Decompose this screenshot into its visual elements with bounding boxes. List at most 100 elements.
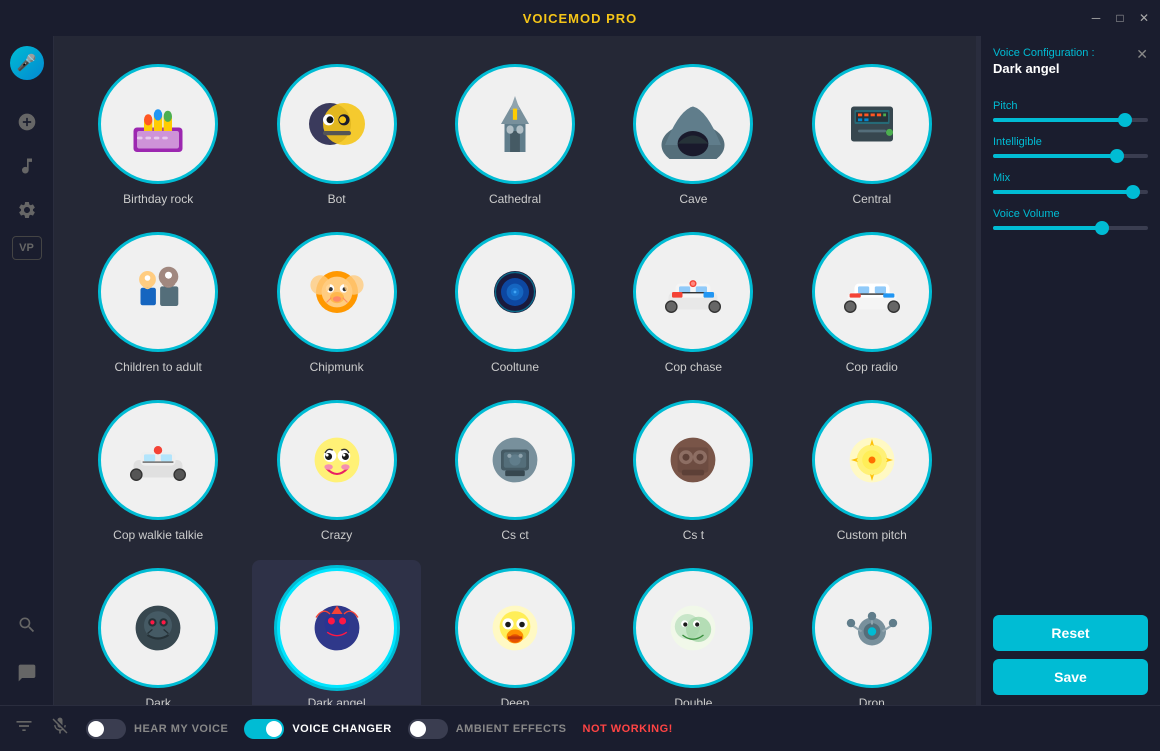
voice-label-cop-chase: Cop chase — [665, 360, 722, 374]
voice-card-birthday-rock[interactable]: Birthday rock — [74, 56, 242, 214]
voice-card-cop-radio[interactable]: Cop radio — [788, 224, 956, 382]
save-button[interactable]: Save — [993, 659, 1148, 695]
voice-label-cop-radio: Cop radio — [846, 360, 898, 374]
voice-label-cs-ct: Cs ct — [501, 528, 528, 542]
mute-mic-icon[interactable] — [50, 716, 70, 741]
voice-card-bot[interactable]: Bot — [252, 56, 420, 214]
voice-changer-label: VOICE CHANGER — [292, 723, 391, 735]
sidebar-item-add-effect[interactable] — [9, 104, 45, 140]
voice-card-crazy[interactable]: Crazy — [252, 392, 420, 550]
voice-circle-cooltune — [455, 232, 575, 352]
mixer-icon[interactable] — [14, 716, 34, 741]
voice-changer-toggle[interactable] — [244, 719, 284, 739]
slider-section-voice-volume: Voice Volume — [993, 208, 1148, 230]
voice-label-chipmunk: Chipmunk — [310, 360, 364, 374]
ambient-effects-toggle[interactable] — [408, 719, 448, 739]
slider-fill-1 — [993, 154, 1117, 158]
slider-section-pitch: Pitch — [993, 100, 1148, 122]
voice-circle-cs-t — [633, 400, 753, 520]
slider-track-3[interactable] — [993, 226, 1148, 230]
sidebar-item-vp[interactable]: VP — [12, 236, 42, 260]
sidebar-item-settings[interactable] — [9, 192, 45, 228]
voice-grid-container[interactable]: Birthday rock Bot Cathedral Cave Central — [54, 36, 976, 705]
sidebar-logo[interactable]: 🎤 — [10, 46, 44, 80]
config-name: Dark angel — [993, 61, 1095, 76]
slider-thumb-3[interactable] — [1095, 221, 1109, 235]
voice-card-custom-pitch[interactable]: Custom pitch — [788, 392, 956, 550]
voice-label-crazy: Crazy — [321, 528, 352, 542]
voice-card-deep[interactable]: Deep — [431, 560, 599, 705]
voice-label-children-to-adult: Children to adult — [115, 360, 202, 374]
voice-card-cooltune[interactable]: Cooltune — [431, 224, 599, 382]
voice-card-cave[interactable]: Cave — [609, 56, 777, 214]
hear-my-voice-group: HEAR MY VOICE — [86, 719, 228, 739]
reset-button[interactable]: Reset — [993, 615, 1148, 651]
voice-card-cs-ct[interactable]: Cs ct — [431, 392, 599, 550]
voice-grid: Birthday rock Bot Cathedral Cave Central — [74, 56, 956, 705]
slider-track-0[interactable] — [993, 118, 1148, 122]
config-close-button[interactable]: ✕ — [1136, 46, 1148, 63]
panel-buttons: Reset Save — [993, 615, 1148, 695]
voice-circle-cathedral — [455, 64, 575, 184]
voice-card-dron[interactable]: Dron — [788, 560, 956, 705]
hear-my-voice-toggle[interactable] — [86, 719, 126, 739]
slider-thumb-0[interactable] — [1118, 113, 1132, 127]
slider-thumb-1[interactable] — [1110, 149, 1124, 163]
voice-circle-cop-chase — [633, 232, 753, 352]
voice-circle-cop-walkie-talkie — [98, 400, 218, 520]
voice-circle-cop-radio — [812, 232, 932, 352]
sidebar-item-music[interactable] — [9, 148, 45, 184]
voice-card-double[interactable]: Double — [609, 560, 777, 705]
config-header: Voice Configuration : Dark angel ✕ — [993, 46, 1148, 92]
voice-circle-chipmunk — [277, 232, 397, 352]
voice-card-dark[interactable]: Dark — [74, 560, 242, 705]
voice-circle-central — [812, 64, 932, 184]
slider-label-1: Intelligible — [993, 136, 1148, 148]
voice-label-central: Central — [852, 192, 891, 206]
voice-circle-cave — [633, 64, 753, 184]
voice-card-central[interactable]: Central — [788, 56, 956, 214]
voice-card-cathedral[interactable]: Cathedral — [431, 56, 599, 214]
voice-label-cave: Cave — [679, 192, 707, 206]
voice-label-bot: Bot — [328, 192, 346, 206]
slider-thumb-2[interactable] — [1126, 185, 1140, 199]
config-title: Voice Configuration : — [993, 46, 1095, 61]
minimize-button[interactable]: ─ — [1088, 10, 1104, 26]
slider-track-1[interactable] — [993, 154, 1148, 158]
voice-label-dark-angel: Dark angel — [308, 696, 366, 705]
voice-label-dark: Dark — [146, 696, 171, 705]
voice-card-chipmunk[interactable]: Chipmunk — [252, 224, 420, 382]
voice-label-deep: Deep — [501, 696, 530, 705]
ambient-effects-group: AMBIENT EFFECTS — [408, 719, 567, 739]
main-content: Birthday rock Bot Cathedral Cave Central — [54, 36, 1160, 705]
maximize-button[interactable]: □ — [1112, 10, 1128, 26]
voice-circle-custom-pitch — [812, 400, 932, 520]
config-title-block: Voice Configuration : Dark angel — [993, 46, 1095, 92]
voice-card-cop-chase[interactable]: Cop chase — [609, 224, 777, 382]
slider-label-2: Mix — [993, 172, 1148, 184]
voice-card-children-to-adult[interactable]: Children to adult — [74, 224, 242, 382]
slider-label-0: Pitch — [993, 100, 1148, 112]
voice-circle-children-to-adult — [98, 232, 218, 352]
not-working-status: NOT WORKING! — [583, 723, 673, 735]
voice-label-cooltune: Cooltune — [491, 360, 539, 374]
voice-label-cop-walkie-talkie: Cop walkie talkie — [113, 528, 203, 542]
sliders-container: Pitch Intelligible Mix Voice Volume — [993, 100, 1148, 244]
slider-fill-0 — [993, 118, 1125, 122]
voice-card-dark-angel[interactable]: Dark angel — [252, 560, 420, 705]
slider-track-2[interactable] — [993, 190, 1148, 194]
title-bar: VOICEMOD PRO ─ □ ✕ — [0, 0, 1160, 36]
right-panel: Voice Configuration : Dark angel ✕ Pitch… — [980, 36, 1160, 705]
voice-circle-crazy — [277, 400, 397, 520]
voice-label-custom-pitch: Custom pitch — [837, 528, 907, 542]
voice-circle-bot — [277, 64, 397, 184]
voice-card-cs-t[interactable]: Cs t — [609, 392, 777, 550]
voice-card-cop-walkie-talkie[interactable]: Cop walkie talkie — [74, 392, 242, 550]
slider-section-intelligible: Intelligible — [993, 136, 1148, 158]
voice-circle-dark — [98, 568, 218, 688]
close-window-button[interactable]: ✕ — [1136, 10, 1152, 26]
voice-circle-dark-angel — [277, 568, 397, 688]
sidebar-item-search[interactable] — [9, 607, 45, 643]
sidebar-item-chat[interactable] — [9, 655, 45, 691]
slider-fill-3 — [993, 226, 1102, 230]
